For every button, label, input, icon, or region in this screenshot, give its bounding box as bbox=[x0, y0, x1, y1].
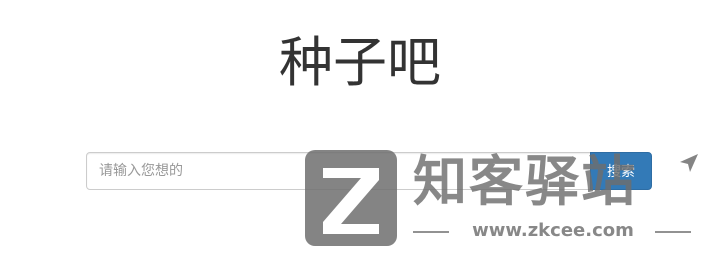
cursor-arrow-icon bbox=[680, 154, 698, 172]
search-form: 搜索 bbox=[86, 152, 652, 190]
search-button[interactable]: 搜索 bbox=[590, 152, 652, 190]
watermark-url: www.zkcee.com bbox=[472, 220, 634, 241]
watermark-divider bbox=[655, 231, 691, 233]
watermark-divider bbox=[413, 231, 449, 233]
watermark-url-row: www.zkcee.com bbox=[413, 220, 693, 242]
search-input[interactable] bbox=[86, 152, 592, 190]
page-title: 种子吧 bbox=[279, 31, 441, 94]
